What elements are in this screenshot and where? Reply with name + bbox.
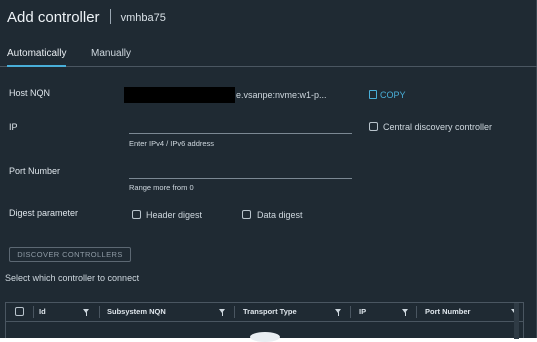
header-digest-label: Header digest bbox=[146, 210, 203, 220]
copy-icon bbox=[369, 90, 377, 99]
select-controller-text: Select which controller to connect bbox=[5, 273, 140, 283]
column-header-id[interactable]: Id bbox=[39, 303, 46, 321]
filter-icon[interactable] bbox=[335, 309, 341, 316]
port-number-input[interactable] bbox=[129, 178, 352, 179]
column-divider bbox=[416, 306, 417, 318]
select-all-checkbox[interactable] bbox=[15, 307, 24, 316]
filter-icon[interactable] bbox=[402, 309, 408, 316]
copy-label: COPY bbox=[380, 90, 406, 100]
port-helper-text: Range more from 0 bbox=[129, 183, 194, 192]
host-nqn-value: e.vsanpe:nvme:w1-p... bbox=[236, 90, 327, 100]
tab-automatically[interactable]: Automatically bbox=[7, 48, 67, 67]
dialog-title-text: Add controller bbox=[7, 9, 100, 26]
ip-helper-text: Enter IPv4 / IPv6 address bbox=[129, 139, 215, 148]
ip-input[interactable] bbox=[129, 133, 352, 134]
title-divider bbox=[109, 9, 111, 24]
central-discovery-checkbox[interactable] bbox=[369, 122, 378, 131]
filter-icon[interactable] bbox=[83, 309, 89, 316]
tab-manually[interactable]: Manually bbox=[91, 48, 131, 65]
host-nqn-label: Host NQN bbox=[9, 88, 51, 98]
data-digest-checkbox[interactable] bbox=[242, 210, 251, 219]
adapter-name: vmhba75 bbox=[120, 12, 166, 24]
filter-icon[interactable] bbox=[219, 309, 225, 316]
discover-controllers-button[interactable]: DISCOVER CONTROLLERS bbox=[9, 247, 131, 262]
data-digest-label: Data digest bbox=[257, 210, 303, 220]
header-digest-checkbox[interactable] bbox=[132, 210, 141, 219]
copy-button[interactable]: COPY bbox=[369, 90, 406, 100]
port-number-label: Port Number bbox=[9, 166, 61, 176]
add-controller-dialog: Add controller vmhba75 Automatically Manu… bbox=[0, 0, 537, 342]
digest-parameter-label: Digest parameter bbox=[9, 208, 79, 218]
central-discovery-label: Central discovery controller bbox=[383, 122, 493, 132]
column-divider bbox=[99, 306, 100, 318]
loading-spinner-icon bbox=[250, 332, 280, 342]
column-divider bbox=[33, 306, 34, 318]
column-header-subsystem-nqn[interactable]: Subsystem NQN bbox=[107, 303, 166, 321]
column-header-port-number[interactable]: Port Number bbox=[425, 303, 470, 321]
tab-bar: Automatically Manually bbox=[0, 48, 537, 67]
table-scrollbar[interactable] bbox=[514, 303, 519, 339]
column-divider bbox=[350, 306, 351, 318]
ip-label: IP bbox=[9, 122, 18, 132]
table-header: Id Subsystem NQN Transport Type IP Port … bbox=[6, 303, 523, 322]
column-divider bbox=[234, 306, 235, 318]
column-header-transport-type[interactable]: Transport Type bbox=[243, 303, 297, 321]
dialog-title: Add controller vmhba75 bbox=[7, 9, 166, 26]
column-header-ip[interactable]: IP bbox=[359, 303, 366, 321]
redacted-block bbox=[124, 87, 235, 103]
